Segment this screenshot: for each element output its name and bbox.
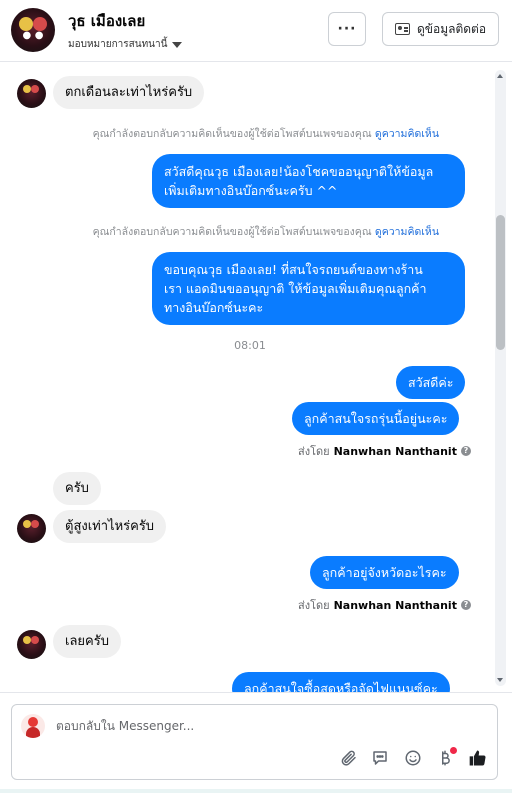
scroll-down-icon[interactable] bbox=[497, 678, 503, 682]
incoming-message[interactable]: เลยครับ bbox=[53, 625, 121, 658]
outgoing-message[interactable]: ลูกค้าสนใจรถรุ่นนี้อยู่นะคะ bbox=[292, 402, 460, 435]
contact-card-icon bbox=[395, 23, 410, 35]
outgoing-message[interactable]: ลูกค้าอยู่จังหวัดอะไรคะ bbox=[310, 556, 459, 589]
thread-scrollbar[interactable] bbox=[495, 70, 506, 686]
view-comment-link[interactable]: ดูความคิดเห็น bbox=[375, 128, 439, 140]
contact-avatar[interactable]: ● ● bbox=[11, 8, 55, 52]
customer-avatar[interactable] bbox=[17, 514, 46, 543]
page-avatar bbox=[21, 714, 45, 738]
customer-avatar[interactable] bbox=[17, 630, 46, 659]
message-thread[interactable]: ตกเดือนละเท่าไหร่ครับ คุณกำลังตอบกลับควา… bbox=[0, 62, 512, 692]
outgoing-message[interactable]: ขอบคุณวุธ เมืองเลย! ที่สนใจรถยนต์ของทางร… bbox=[152, 252, 465, 325]
info-icon[interactable]: ? bbox=[460, 446, 471, 456]
incoming-message[interactable]: ตู้สูงเท่าไหร่ครับ bbox=[53, 510, 167, 543]
view-contact-info-button[interactable]: ดูข้อมูลติดต่อ bbox=[382, 12, 499, 46]
view-contact-info-label: ดูข้อมูลติดต่อ bbox=[417, 21, 487, 36]
thumbs-up-icon[interactable] bbox=[467, 747, 489, 769]
conversation-header: ● ● วุธ เมืองเลย มอบหมายการสนทนานี้ ··· … bbox=[0, 0, 512, 62]
comment-reply-notice: คุณกำลังตอบกลับความคิดเห็นของผู้ใช้ต่อโพ… bbox=[92, 226, 439, 238]
composer-area bbox=[0, 692, 512, 793]
info-icon[interactable]: ? bbox=[460, 600, 471, 610]
customer-avatar[interactable] bbox=[17, 79, 46, 108]
outgoing-message[interactable]: ลูกค้าสนใจซื้อสดหรือจัดไฟแนนซ์คะ bbox=[232, 672, 450, 692]
messenger-panel: ● ● วุธ เมืองเลย มอบหมายการสนทนานี้ ··· … bbox=[0, 0, 512, 793]
comment-reply-notice: คุณกำลังตอบกลับความคิดเห็นของผู้ใช้ต่อโพ… bbox=[92, 128, 439, 140]
baht-icon[interactable] bbox=[434, 747, 457, 769]
incoming-message[interactable]: ตกเดือนละเท่าไหร่ครับ bbox=[53, 76, 205, 109]
chevron-down-icon bbox=[172, 41, 183, 48]
contact-name[interactable]: วุธ เมืองเลย bbox=[68, 9, 145, 33]
assign-conversation-dropdown[interactable]: มอบหมายการสนทนานี้ bbox=[68, 37, 183, 52]
reply-input[interactable] bbox=[56, 715, 476, 737]
incoming-message[interactable]: ครับ bbox=[53, 472, 101, 505]
outgoing-message[interactable]: สวัสดีคุณวุธ เมืองเลย!น้องโชคขออนุญาติให… bbox=[152, 154, 465, 208]
scroll-up-icon[interactable] bbox=[497, 74, 503, 78]
paperclip-icon[interactable] bbox=[338, 747, 360, 769]
sender-name[interactable]: Nanwhan Nanthanit bbox=[334, 599, 457, 612]
view-comment-link[interactable]: ดูความคิดเห็น bbox=[375, 226, 439, 238]
more-options-button[interactable]: ··· bbox=[328, 12, 366, 46]
scroll-thumb[interactable] bbox=[496, 215, 505, 350]
chat-bubble-icon[interactable] bbox=[369, 747, 391, 769]
message-composer[interactable] bbox=[11, 704, 498, 780]
sent-by-label: ส่งโดย Nanwhan Nanthanit ? bbox=[298, 442, 471, 460]
notification-dot bbox=[450, 747, 457, 754]
sender-name[interactable]: Nanwhan Nanthanit bbox=[334, 445, 457, 458]
assign-label: มอบหมายการสนทนานี้ bbox=[68, 39, 168, 50]
emoji-icon[interactable] bbox=[402, 747, 424, 769]
bottom-edge bbox=[0, 789, 512, 793]
outgoing-message[interactable]: สวัสดีค่ะ bbox=[396, 366, 466, 399]
sent-by-label: ส่งโดย Nanwhan Nanthanit ? bbox=[298, 596, 471, 614]
message-timestamp: 08:01 bbox=[234, 339, 266, 352]
